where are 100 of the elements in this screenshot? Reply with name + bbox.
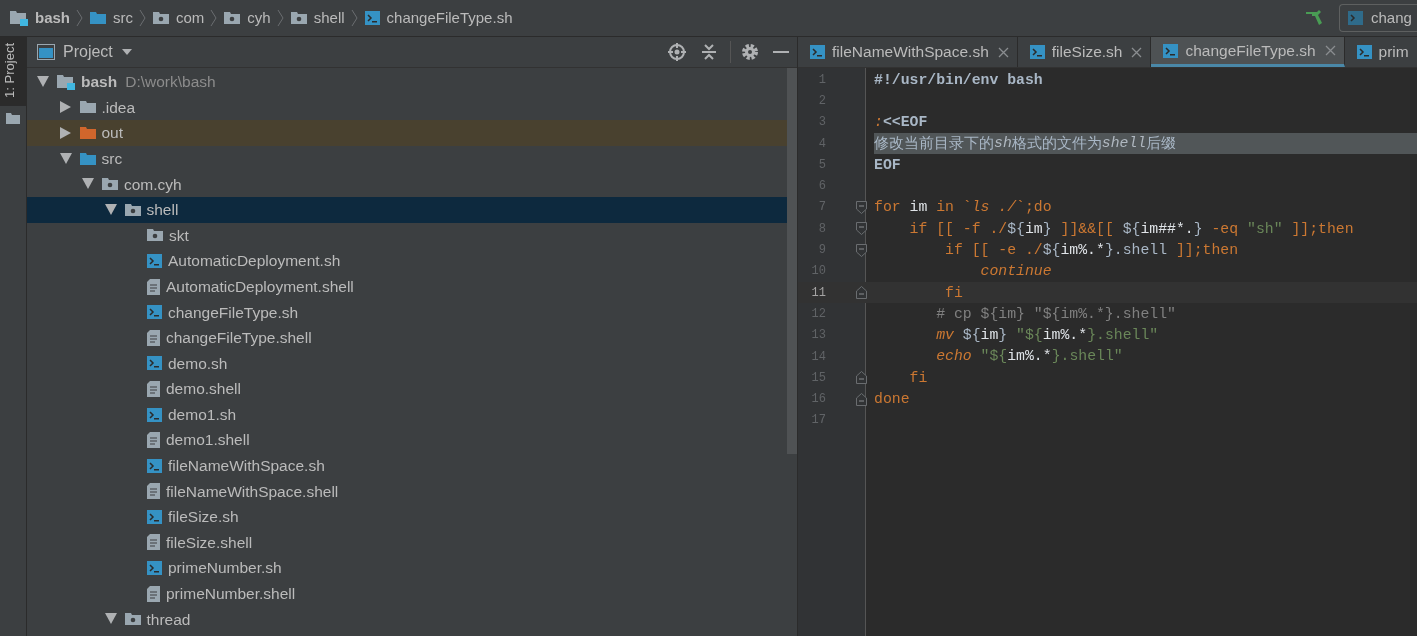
- terminal-file-icon: [810, 45, 825, 59]
- fold-start-marker-icon[interactable]: [855, 200, 867, 214]
- code-line: # cp ${im} "${im%.*}.shell": [935, 304, 1177, 324]
- terminal-file-icon: [147, 253, 162, 268]
- folder-icon[interactable]: [6, 111, 20, 124]
- package-folder-icon: [290, 11, 307, 25]
- settings-icon[interactable]: [741, 43, 759, 61]
- expanded-arrow-icon[interactable]: [104, 203, 117, 216]
- chevron-icon: [210, 9, 219, 27]
- package-folder-icon: [224, 11, 241, 25]
- expanded-arrow-icon[interactable]: [59, 152, 72, 165]
- panel-title[interactable]: Project: [63, 40, 113, 64]
- package-folder-icon: [124, 612, 141, 627]
- package-folder-icon: [102, 177, 118, 192]
- text-file-icon: [147, 585, 160, 602]
- terminal-file-icon: [1348, 11, 1363, 25]
- collapsed-arrow-icon[interactable]: [59, 127, 72, 139]
- tree-item-label: com.cyh: [124, 174, 182, 195]
- tree-item-label: bash: [81, 72, 118, 93]
- scrollbar-thumb[interactable]: [787, 68, 797, 454]
- run-configuration-dropdown[interactable]: chang: [1339, 4, 1417, 32]
- chevron-icon: [276, 9, 285, 27]
- tree-row[interactable]: changeFileType.sh: [27, 299, 787, 325]
- tree-item-label: src: [101, 148, 123, 169]
- fold-end-marker-icon[interactable]: [855, 392, 867, 406]
- tree-row[interactable]: AutomaticDeployment.shell: [27, 273, 787, 300]
- breadcrumb-item[interactable]: bash: [35, 6, 70, 30]
- expanded-arrow-icon[interactable]: [104, 613, 117, 626]
- folder-icon: [90, 11, 106, 25]
- line-number: 11: [810, 284, 827, 302]
- chevron-icon: [76, 9, 84, 27]
- code-line: #!/usr/bin/env bash: [874, 70, 1044, 90]
- fold-start-marker-icon[interactable]: [855, 243, 867, 257]
- tree-row[interactable]: fileSize.shell: [27, 529, 787, 556]
- breadcrumb-item[interactable]: changeFileType.sh: [386, 6, 513, 30]
- tree-item-label: demo.shell: [166, 379, 241, 400]
- close-icon[interactable]: [1131, 46, 1143, 58]
- fold-end-marker-icon[interactable]: [855, 371, 867, 385]
- tree-item-label: AutomaticDeployment.sh: [168, 251, 341, 272]
- editor-tab[interactable]: prim: [1344, 37, 1417, 67]
- text-file-icon: [147, 278, 160, 295]
- locate-crosshair-icon[interactable]: [668, 43, 686, 61]
- code-line: :<<EOF: [874, 113, 929, 133]
- tree-item-label: .idea: [101, 97, 136, 118]
- tree-row[interactable]: .idea: [27, 94, 787, 121]
- breadcrumb-item[interactable]: src: [113, 6, 133, 30]
- tree-row[interactable]: changeFileType.shell: [27, 324, 787, 351]
- breadcrumb-item[interactable]: com: [176, 6, 205, 30]
- tree-row[interactable]: shell: [27, 196, 787, 223]
- text-file-icon: [147, 380, 160, 397]
- tree-item-label: changeFileType.shell: [166, 328, 312, 349]
- tree-row[interactable]: demo1.shell: [27, 427, 787, 453]
- code-line: EOF: [874, 155, 902, 175]
- editor-tab[interactable]: fileNameWithSpace.sh: [798, 37, 1018, 67]
- tree-item-label: fileSize.shell: [166, 532, 253, 553]
- collapse-all-icon[interactable]: [700, 43, 718, 61]
- breadcrumb-item[interactable]: cyh: [247, 6, 271, 30]
- tree-row[interactable]: demo1.sh: [27, 401, 787, 428]
- terminal-file-icon: [147, 561, 162, 576]
- caret-icon[interactable]: [120, 48, 133, 56]
- tree-row[interactable]: primeNumber.shell: [27, 580, 787, 607]
- code-line: echo "${im%.*}.shell": [935, 347, 1124, 367]
- tree-item-label: primeNumber.sh: [168, 558, 282, 579]
- tree-item-label: primeNumber.shell: [166, 584, 296, 605]
- minimize-icon[interactable]: [773, 50, 789, 54]
- terminal-file-icon: [1356, 45, 1372, 59]
- code-line: done: [874, 390, 911, 409]
- fold-end-marker-icon[interactable]: [855, 286, 867, 300]
- tree-row[interactable]: out: [27, 120, 787, 146]
- collapsed-arrow-icon[interactable]: [59, 101, 72, 114]
- tree-row[interactable]: primeNumber.sh: [27, 555, 787, 581]
- folder-icon: [79, 100, 96, 115]
- chevron-icon: [350, 9, 359, 27]
- code-line: if [[ -f ./${im} ]]&&[[ ${im##*.} -eq "sh" ]];then: [908, 219, 1355, 239]
- tree-item-label: demo1.shell: [166, 430, 250, 451]
- tree-row[interactable]: src: [27, 145, 787, 172]
- close-icon[interactable]: [997, 46, 1009, 58]
- tree-row[interactable]: AutomaticDeployment.sh: [27, 248, 787, 274]
- tree-row[interactable]: skt: [27, 222, 787, 249]
- tree-row[interactable]: bash D:\work\bash: [27, 69, 787, 95]
- tree-item-label: fileNameWithSpace.sh: [168, 456, 325, 477]
- text-file-icon: [147, 534, 160, 551]
- tree-row[interactable]: com.cyh: [27, 171, 787, 197]
- tree-row[interactable]: fileSize.sh: [27, 504, 787, 530]
- breadcrumb-item[interactable]: shell: [313, 6, 345, 30]
- editor-tab[interactable]: fileSize.sh: [1017, 37, 1152, 67]
- tree-row[interactable]: thread: [27, 606, 787, 633]
- tree-row[interactable]: demo.shell: [27, 376, 787, 402]
- terminal-file-icon: [364, 11, 380, 25]
- tree-row[interactable]: fileNameWithSpace.shell: [27, 478, 787, 505]
- expanded-arrow-icon[interactable]: [82, 178, 94, 191]
- editor-tab[interactable]: changeFileType.sh: [1151, 37, 1345, 67]
- fold-start-marker-icon[interactable]: [855, 222, 867, 236]
- tree-item-label: shell: [146, 200, 179, 221]
- tree-row[interactable]: fileNameWithSpace.sh: [27, 452, 787, 479]
- project-tool-tab[interactable]: 1: Project: [0, 37, 26, 106]
- code-line: continue: [979, 262, 1053, 282]
- expanded-arrow-icon[interactable]: [37, 75, 49, 88]
- tree-row[interactable]: demo.sh: [27, 350, 787, 377]
- tree-item-label: fileNameWithSpace.shell: [166, 481, 339, 502]
